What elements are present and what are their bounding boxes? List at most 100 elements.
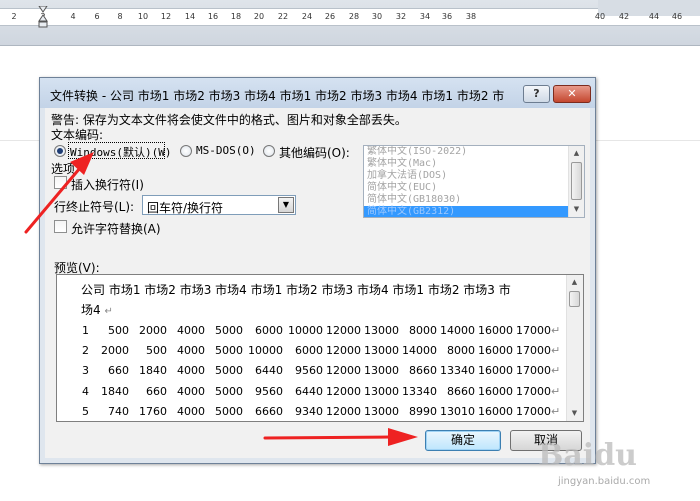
radio-windows[interactable]	[54, 145, 66, 157]
preview-header-line1: 公司 市场1 市场2 市场3 市场4 市场1 市场2 市场3 市场4 市场1 市…	[81, 283, 511, 297]
table-row: 2 2000 500 4000 5000 10000 6000 12000 13000 14000…	[71, 340, 560, 360]
encoding-option[interactable]: 加拿大法语(DOS)	[364, 170, 584, 182]
table-cell: 17000	[516, 344, 551, 358]
ruler-number: 40	[594, 12, 606, 21]
radio-msdos-label[interactable]: MS-DOS(O)	[196, 144, 256, 157]
table-cell: 4	[82, 384, 89, 398]
table-cell: 12000	[326, 344, 361, 358]
table-cell: 13340	[402, 384, 437, 398]
paragraph-mark-icon: ↵	[551, 323, 561, 337]
encoding-option[interactable]: 简体中文(GB18030)	[364, 194, 584, 206]
chevron-down-icon[interactable]: ▼	[278, 197, 294, 213]
paragraph-mark-icon: ↵	[551, 344, 561, 358]
table-cell: 17000	[516, 405, 551, 419]
preview-scrollbar[interactable]: ▲ ▼	[566, 275, 583, 421]
preview-header: 公司 市场1 市场2 市场3 市场4 市场1 市场2 市场3 市场4 市场1 市…	[81, 280, 511, 322]
close-button[interactable]: ✕	[553, 85, 591, 103]
scroll-up-icon[interactable]: ▲	[567, 275, 582, 290]
ruler-number: 34	[419, 12, 431, 21]
table-cell: 4000	[177, 323, 205, 337]
table-cell: 8990	[409, 405, 437, 419]
table-cell: 16000	[478, 405, 513, 419]
insert-linebreaks-label[interactable]: 插入换行符(I)	[71, 176, 144, 193]
table-cell: 12000	[326, 384, 361, 398]
encoding-option[interactable]: 简体中文(EUC)	[364, 182, 584, 194]
table-cell: 1840	[139, 364, 167, 378]
ruler-number: 10	[137, 12, 149, 21]
ruler-number: 36	[441, 12, 453, 21]
scroll-thumb[interactable]	[569, 291, 580, 307]
table-cell: 9560	[255, 384, 283, 398]
ruler-number: 4	[70, 12, 76, 21]
ruler-number: 46	[671, 12, 683, 21]
table-cell: 5000	[215, 405, 243, 419]
preview-header-line2: 场4	[81, 303, 101, 317]
dialog-titlebar[interactable]: 文件转换 - 公司 市场1 市场2 市场3 市场4 市场1 市场2 市场3 市场…	[40, 78, 595, 108]
ruler-number: 44	[648, 12, 660, 21]
table-row: 4 1840 660 4000 5000 9560 6440 12000 13000 13340 8…	[71, 381, 560, 401]
table-cell: 2000	[101, 344, 129, 358]
encoding-option[interactable]: 简体中文(GB2312)	[364, 206, 584, 217]
scroll-thumb[interactable]	[571, 162, 582, 200]
ruler-number: 18	[230, 12, 242, 21]
radio-other-label[interactable]: 其他编码(O):	[279, 144, 350, 161]
scroll-down-icon[interactable]: ▼	[569, 202, 584, 217]
table-cell: 8660	[409, 364, 437, 378]
preview-box[interactable]: 公司 市场1 市场2 市场3 市场4 市场1 市场2 市场3 市场4 市场1 市…	[56, 274, 584, 422]
table-cell: 8000	[409, 323, 437, 337]
table-cell: 1	[82, 323, 89, 337]
table-cell: 6440	[295, 384, 323, 398]
table-cell: 740	[108, 405, 129, 419]
table-cell: 6660	[255, 405, 283, 419]
dialog-body: 警告: 保存为文本文件将会使文件中的格式、图片和对象全部丢失。 文本编码: Wi…	[45, 108, 590, 458]
allow-substitution-checkbox[interactable]	[54, 220, 67, 233]
radio-windows-label[interactable]: Windows(默认)(W)	[70, 144, 171, 160]
ruler-number: 8	[117, 12, 123, 21]
table-cell: 500	[146, 344, 167, 358]
scroll-up-icon[interactable]: ▲	[569, 146, 584, 161]
radio-msdos[interactable]	[180, 145, 192, 157]
table-cell: 8000	[447, 344, 475, 358]
table-cell: 1840	[101, 384, 129, 398]
dialog-title: 文件转换 - 公司 市场1 市场2 市场3 市场4 市场1 市场2 市场3 市场…	[50, 89, 505, 103]
ruler-number: 30	[371, 12, 383, 21]
table-cell: 2000	[139, 323, 167, 337]
table-cell: 13000	[364, 364, 399, 378]
table-cell: 4000	[177, 384, 205, 398]
table-cell: 1760	[139, 405, 167, 419]
scroll-down-icon[interactable]: ▼	[567, 406, 582, 421]
table-cell: 12000	[326, 405, 361, 419]
encoding-listbox[interactable]: 繁体中文(ISO-2022) 繁体中文(Mac) 加拿大法语(DOS) 简体中文(EU…	[363, 145, 585, 218]
encoding-option[interactable]: 繁体中文(Mac)	[364, 158, 584, 170]
paragraph-mark-icon: ↵	[551, 384, 561, 398]
table-row: 1 500 2000 4000 5000 6000 10000 12000 13000 8000 1…	[71, 320, 560, 340]
table-cell: 5000	[215, 364, 243, 378]
table-cell: 16000	[478, 364, 513, 378]
table-cell: 8660	[447, 384, 475, 398]
horizontal-ruler: 2246810121416182022242628303234363840424…	[0, 0, 700, 46]
allow-substitution-label[interactable]: 允许字符替换(A)	[71, 220, 161, 237]
table-cell: 16000	[478, 344, 513, 358]
line-end-select[interactable]: 回车符/换行符 ▼	[142, 195, 296, 215]
encoding-option[interactable]: 繁体中文(ISO-2022)	[364, 146, 584, 158]
table-cell: 5000	[215, 344, 243, 358]
table-cell: 16000	[478, 384, 513, 398]
ruler-number: 6	[94, 12, 100, 21]
encoding-scrollbar[interactable]: ▲ ▼	[568, 146, 584, 217]
table-cell: 12000	[326, 323, 361, 337]
table-cell: 9340	[295, 405, 323, 419]
ok-button[interactable]: 确定	[425, 430, 501, 451]
ruler-number: 22	[277, 12, 289, 21]
table-cell: 17000	[516, 364, 551, 378]
radio-other-encoding[interactable]	[263, 145, 275, 157]
table-row: 5 740 1760 4000 5000 6660 9340 12000 13000 8990 13…	[71, 402, 560, 421]
help-button[interactable]: ?	[523, 85, 550, 103]
ruler-number: 38	[465, 12, 477, 21]
table-cell: 660	[146, 384, 167, 398]
insert-linebreaks-checkbox[interactable]	[54, 176, 67, 189]
options-label: 选项	[51, 162, 76, 176]
preview-data-table: 1 500 2000 4000 5000 6000 10000 12000 13000 8000 1…	[71, 320, 560, 421]
table-cell: 4000	[177, 405, 205, 419]
indent-marker-icon[interactable]	[38, 6, 48, 28]
table-cell: 10000	[288, 323, 323, 337]
